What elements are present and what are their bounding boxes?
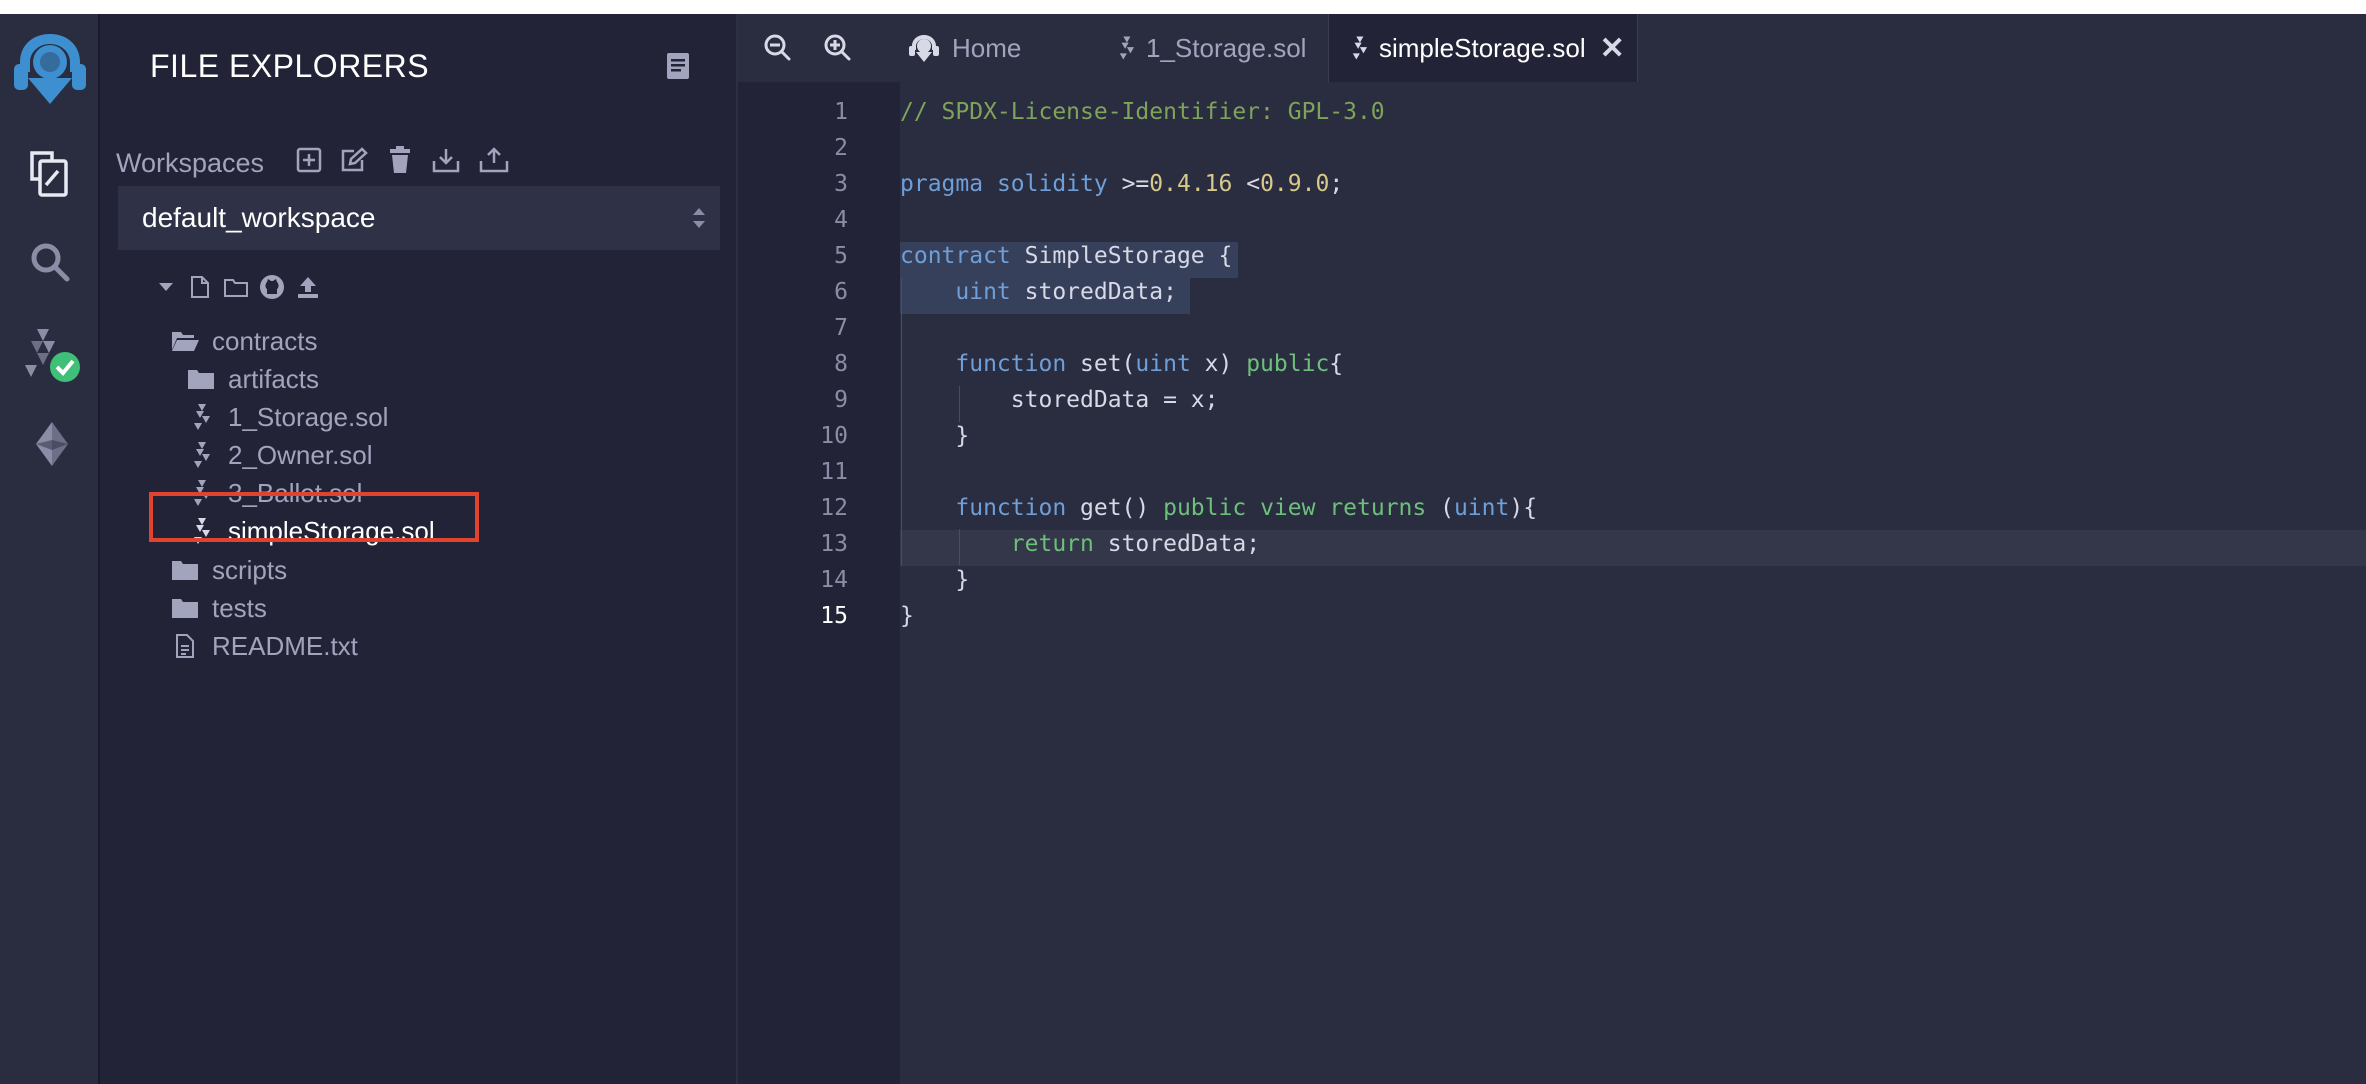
line-number: 4 (834, 207, 848, 233)
highlight-annotation-box (149, 492, 479, 542)
solidity-file-icon (1118, 35, 1134, 61)
upload-file-icon[interactable] (294, 272, 322, 302)
folder-icon (186, 364, 216, 394)
tree-file-1-storage[interactable]: 1_Storage.sol (186, 400, 388, 434)
panel-title: FILE EXPLORERS (150, 48, 430, 84)
tree-folder-tests[interactable]: tests (170, 591, 267, 625)
solidity-file-icon (186, 402, 216, 432)
folder-icon (170, 555, 200, 585)
tree-label: contracts (212, 325, 318, 356)
code-line: function set(uint x) public{ (955, 351, 1344, 377)
rename-workspace-icon[interactable] (338, 144, 370, 176)
delete-workspace-icon[interactable] (384, 144, 416, 176)
folder-open-icon (170, 326, 200, 356)
tree-folder-artifacts[interactable]: artifacts (186, 362, 319, 396)
line-number: 9 (834, 387, 848, 413)
line-number: 1 (834, 99, 848, 125)
remix-ide: FILE EXPLORERS Workspaces default_worksp… (0, 14, 2366, 1084)
collapse-caret-icon[interactable] (152, 272, 180, 302)
workspace-select[interactable]: default_workspace (118, 186, 720, 250)
code-line: } (900, 567, 970, 593)
tree-folder-contracts[interactable]: contracts (170, 324, 318, 358)
new-file-icon[interactable] (186, 272, 214, 302)
documentation-icon[interactable] (665, 51, 691, 81)
text-file-icon (170, 631, 200, 661)
code-line: // SPDX-License-Identifier: GPL-3.0 (900, 99, 1385, 125)
line-number: 7 (834, 315, 848, 341)
tab-bar: Home 1_Storage.sol simpleStorage.sol ✕ (738, 14, 2366, 83)
workspaces-label: Workspaces (116, 148, 265, 178)
close-tab-icon[interactable]: ✕ (1600, 31, 1625, 66)
tab-simplestorage[interactable]: simpleStorage.sol ✕ (1328, 14, 1638, 82)
folder-icon (170, 593, 200, 623)
solidity-file-icon (186, 440, 216, 470)
tree-label: artifacts (228, 363, 320, 394)
code-line: } (900, 423, 970, 449)
code-area[interactable] (900, 82, 2366, 1084)
line-number: 2 (834, 135, 848, 161)
new-folder-icon[interactable] (222, 272, 250, 302)
line-number: 11 (820, 459, 848, 485)
line-number: 6 (834, 279, 848, 305)
tab-1-storage[interactable]: 1_Storage.sol (1074, 14, 1334, 82)
tab-home[interactable]: Home (894, 14, 1035, 82)
ethereum-deploy-icon[interactable] (0, 414, 100, 474)
tree-label: 2_Owner.sol (228, 439, 373, 470)
github-icon[interactable] (258, 272, 286, 302)
tree-label: README.txt (212, 630, 358, 661)
code-line: pragma solidity >=0.4.16 <0.9.0; (900, 171, 1344, 197)
tree-file-2-owner[interactable]: 2_Owner.sol (186, 438, 373, 472)
line-number: 14 (820, 567, 848, 593)
tree-label: tests (212, 592, 267, 623)
line-number: 12 (820, 495, 848, 521)
file-explorer-panel: FILE EXPLORERS Workspaces default_worksp… (100, 14, 738, 1084)
line-number-current: 15 (820, 603, 848, 629)
tree-folder-scripts[interactable]: scripts (170, 553, 287, 587)
create-workspace-icon[interactable] (293, 144, 325, 176)
download-workspace-icon[interactable] (430, 144, 462, 176)
zoom-out-icon[interactable] (762, 32, 792, 62)
code-line: contract SimpleStorage { (900, 243, 1233, 269)
code-line: } (900, 603, 914, 629)
icon-bar (0, 14, 100, 1084)
tab-label: Home (952, 32, 1022, 63)
upload-workspace-icon[interactable] (478, 144, 510, 176)
solidity-file-icon (1351, 35, 1367, 61)
zoom-in-icon[interactable] (822, 32, 852, 62)
remix-logo-icon[interactable] (0, 28, 100, 108)
line-number: 13 (820, 531, 848, 557)
code-line: storedData = x; (900, 387, 1219, 413)
line-number: 3 (834, 171, 848, 197)
tab-label: 1_Storage.sol (1146, 32, 1307, 63)
tab-label: simpleStorage.sol (1379, 32, 1586, 63)
search-icon[interactable] (0, 232, 100, 292)
tree-file-readme[interactable]: README.txt (170, 629, 358, 663)
file-explorer-icon[interactable] (0, 144, 100, 204)
remix-home-icon (908, 33, 940, 63)
solidity-compiler-icon[interactable] (0, 320, 100, 390)
code-line: uint storedData; (955, 279, 1177, 305)
code-line: function get() public view returns (uint… (955, 495, 1538, 521)
line-number: 5 (834, 243, 848, 269)
tree-label: scripts (212, 554, 288, 585)
line-number: 10 (820, 423, 848, 449)
workspace-select-value: default_workspace (142, 202, 376, 233)
tree-label: 1_Storage.sol (228, 401, 389, 432)
code-line: return storedData; (1010, 531, 1261, 557)
select-arrows-icon (693, 208, 705, 228)
line-number: 8 (834, 351, 848, 377)
editor-area: Home 1_Storage.sol simpleStorage.sol ✕ 1… (738, 14, 2366, 1084)
